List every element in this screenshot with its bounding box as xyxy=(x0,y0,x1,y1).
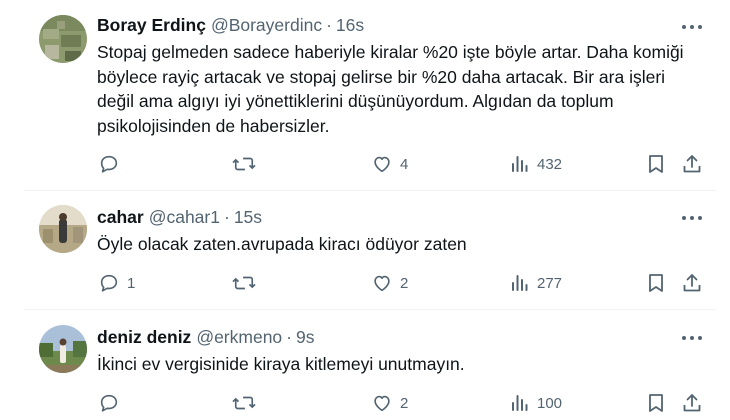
like-button[interactable]: 4 xyxy=(371,153,408,175)
views-button[interactable]: 432 xyxy=(510,153,562,175)
retweet-button[interactable] xyxy=(232,153,263,175)
like-count: 2 xyxy=(400,274,409,292)
timestamp[interactable]: 16s xyxy=(336,15,364,36)
more-dot-icon xyxy=(682,216,686,220)
avatar[interactable] xyxy=(39,325,87,373)
like-icon xyxy=(374,156,390,173)
reply-button[interactable] xyxy=(98,153,127,175)
bookmark-button[interactable] xyxy=(646,272,666,294)
reply-button[interactable] xyxy=(98,392,127,414)
like-button[interactable]: 2 xyxy=(371,392,408,414)
share-icon xyxy=(683,394,701,412)
like-count: 2 xyxy=(400,394,409,412)
tweet-1[interactable]: Boray Erdinç @Borayerdinc · 16s Stopaj g… xyxy=(0,0,730,190)
more-dot-icon xyxy=(690,25,694,29)
tweet-text-line: değil ama algıyı iyi yönettiklerini düşü… xyxy=(97,91,614,111)
more-options-button[interactable] xyxy=(682,22,702,32)
tweet-text-line: böylece rayiç artacak ve stopaj gelirse … xyxy=(97,66,666,87)
more-dot-icon xyxy=(690,216,694,220)
reply-icon xyxy=(100,155,118,173)
author-name[interactable]: Boray Erdinç xyxy=(97,15,206,36)
more-dot-icon xyxy=(698,336,702,340)
views-button[interactable]: 277 xyxy=(510,272,562,294)
tweet-3[interactable]: deniz deniz @erkmeno · 9s İkinci ev verg… xyxy=(0,310,730,420)
avatar[interactable] xyxy=(39,205,87,253)
bookmark-icon xyxy=(649,155,663,173)
separator-dot: · xyxy=(286,326,292,347)
more-dot-icon xyxy=(690,336,694,340)
like-icon xyxy=(374,395,390,412)
views-icon xyxy=(512,395,528,411)
tweet-text: İkinci ev vergisinide kiraya kitlemeyi u… xyxy=(97,352,657,377)
tweet-text-line: Stopaj gelmeden sadece haberiyle kiralar… xyxy=(97,42,684,62)
bookmark-button[interactable] xyxy=(646,153,666,175)
more-dot-icon xyxy=(682,336,686,340)
bookmark-icon xyxy=(649,274,663,292)
views-icon xyxy=(512,275,528,291)
tweet-text-line: Öyle olacak zaten.avrupada kiracı ödüyor… xyxy=(97,234,467,254)
tweet-text: Stopaj gelmeden sadece haberiyle kiralar… xyxy=(97,40,684,138)
retweet-button[interactable] xyxy=(232,392,263,414)
separator-dot: · xyxy=(223,206,230,227)
share-icon xyxy=(683,155,701,173)
tweet-header: deniz deniz @erkmeno · 9s xyxy=(97,326,314,348)
tweet-text: Öyle olacak zaten.avrupada kiracı ödüyor… xyxy=(97,232,657,257)
bookmark-button[interactable] xyxy=(646,392,666,414)
more-dot-icon xyxy=(682,25,686,29)
separator-dot: · xyxy=(326,14,332,35)
timestamp[interactable]: 15s xyxy=(234,207,262,228)
tweet-header: Boray Erdinç @Borayerdinc · 16s xyxy=(97,14,364,36)
reply-count: 1 xyxy=(127,274,136,292)
author-handle[interactable]: @erkmeno xyxy=(196,327,282,348)
bookmark-icon xyxy=(649,394,663,412)
views-count: 277 xyxy=(537,274,563,292)
views-icon xyxy=(512,156,528,172)
views-count: 432 xyxy=(537,155,563,173)
more-options-button[interactable] xyxy=(682,333,702,343)
retweet-icon xyxy=(232,276,256,290)
retweet-icon xyxy=(232,396,256,410)
tweet-2[interactable]: cahar @cahar1 · 15s Öyle olacak zaten.av… xyxy=(0,191,730,309)
tweet-header: cahar @cahar1 · 15s xyxy=(97,206,262,228)
tweet-text-line: İkinci ev vergisinide kiraya kitlemeyi u… xyxy=(97,354,465,374)
like-button[interactable]: 2 xyxy=(371,272,408,294)
views-button[interactable]: 100 xyxy=(510,392,562,414)
more-options-button[interactable] xyxy=(682,213,702,223)
retweet-button[interactable] xyxy=(232,272,263,294)
share-icon xyxy=(683,274,701,292)
author-name[interactable]: cahar xyxy=(97,207,144,228)
author-name[interactable]: deniz deniz xyxy=(97,327,191,348)
share-button[interactable] xyxy=(681,153,703,175)
more-dot-icon xyxy=(698,216,702,220)
more-dot-icon xyxy=(698,25,702,29)
share-button[interactable] xyxy=(681,272,703,294)
tweet-text-line: psikolojisinden de habersizler. xyxy=(97,115,330,136)
like-count: 4 xyxy=(400,155,409,173)
avatar[interactable] xyxy=(39,15,87,63)
reply-icon xyxy=(100,274,118,292)
share-button[interactable] xyxy=(681,392,703,414)
author-handle[interactable]: @Borayerdinc xyxy=(211,15,322,36)
reply-button[interactable]: 1 xyxy=(98,272,135,294)
reply-icon xyxy=(100,394,118,412)
retweet-icon xyxy=(232,157,256,171)
author-handle[interactable]: @cahar1 xyxy=(149,207,220,228)
timestamp[interactable]: 9s xyxy=(296,327,314,348)
views-count: 100 xyxy=(537,394,563,412)
like-icon xyxy=(374,275,390,292)
